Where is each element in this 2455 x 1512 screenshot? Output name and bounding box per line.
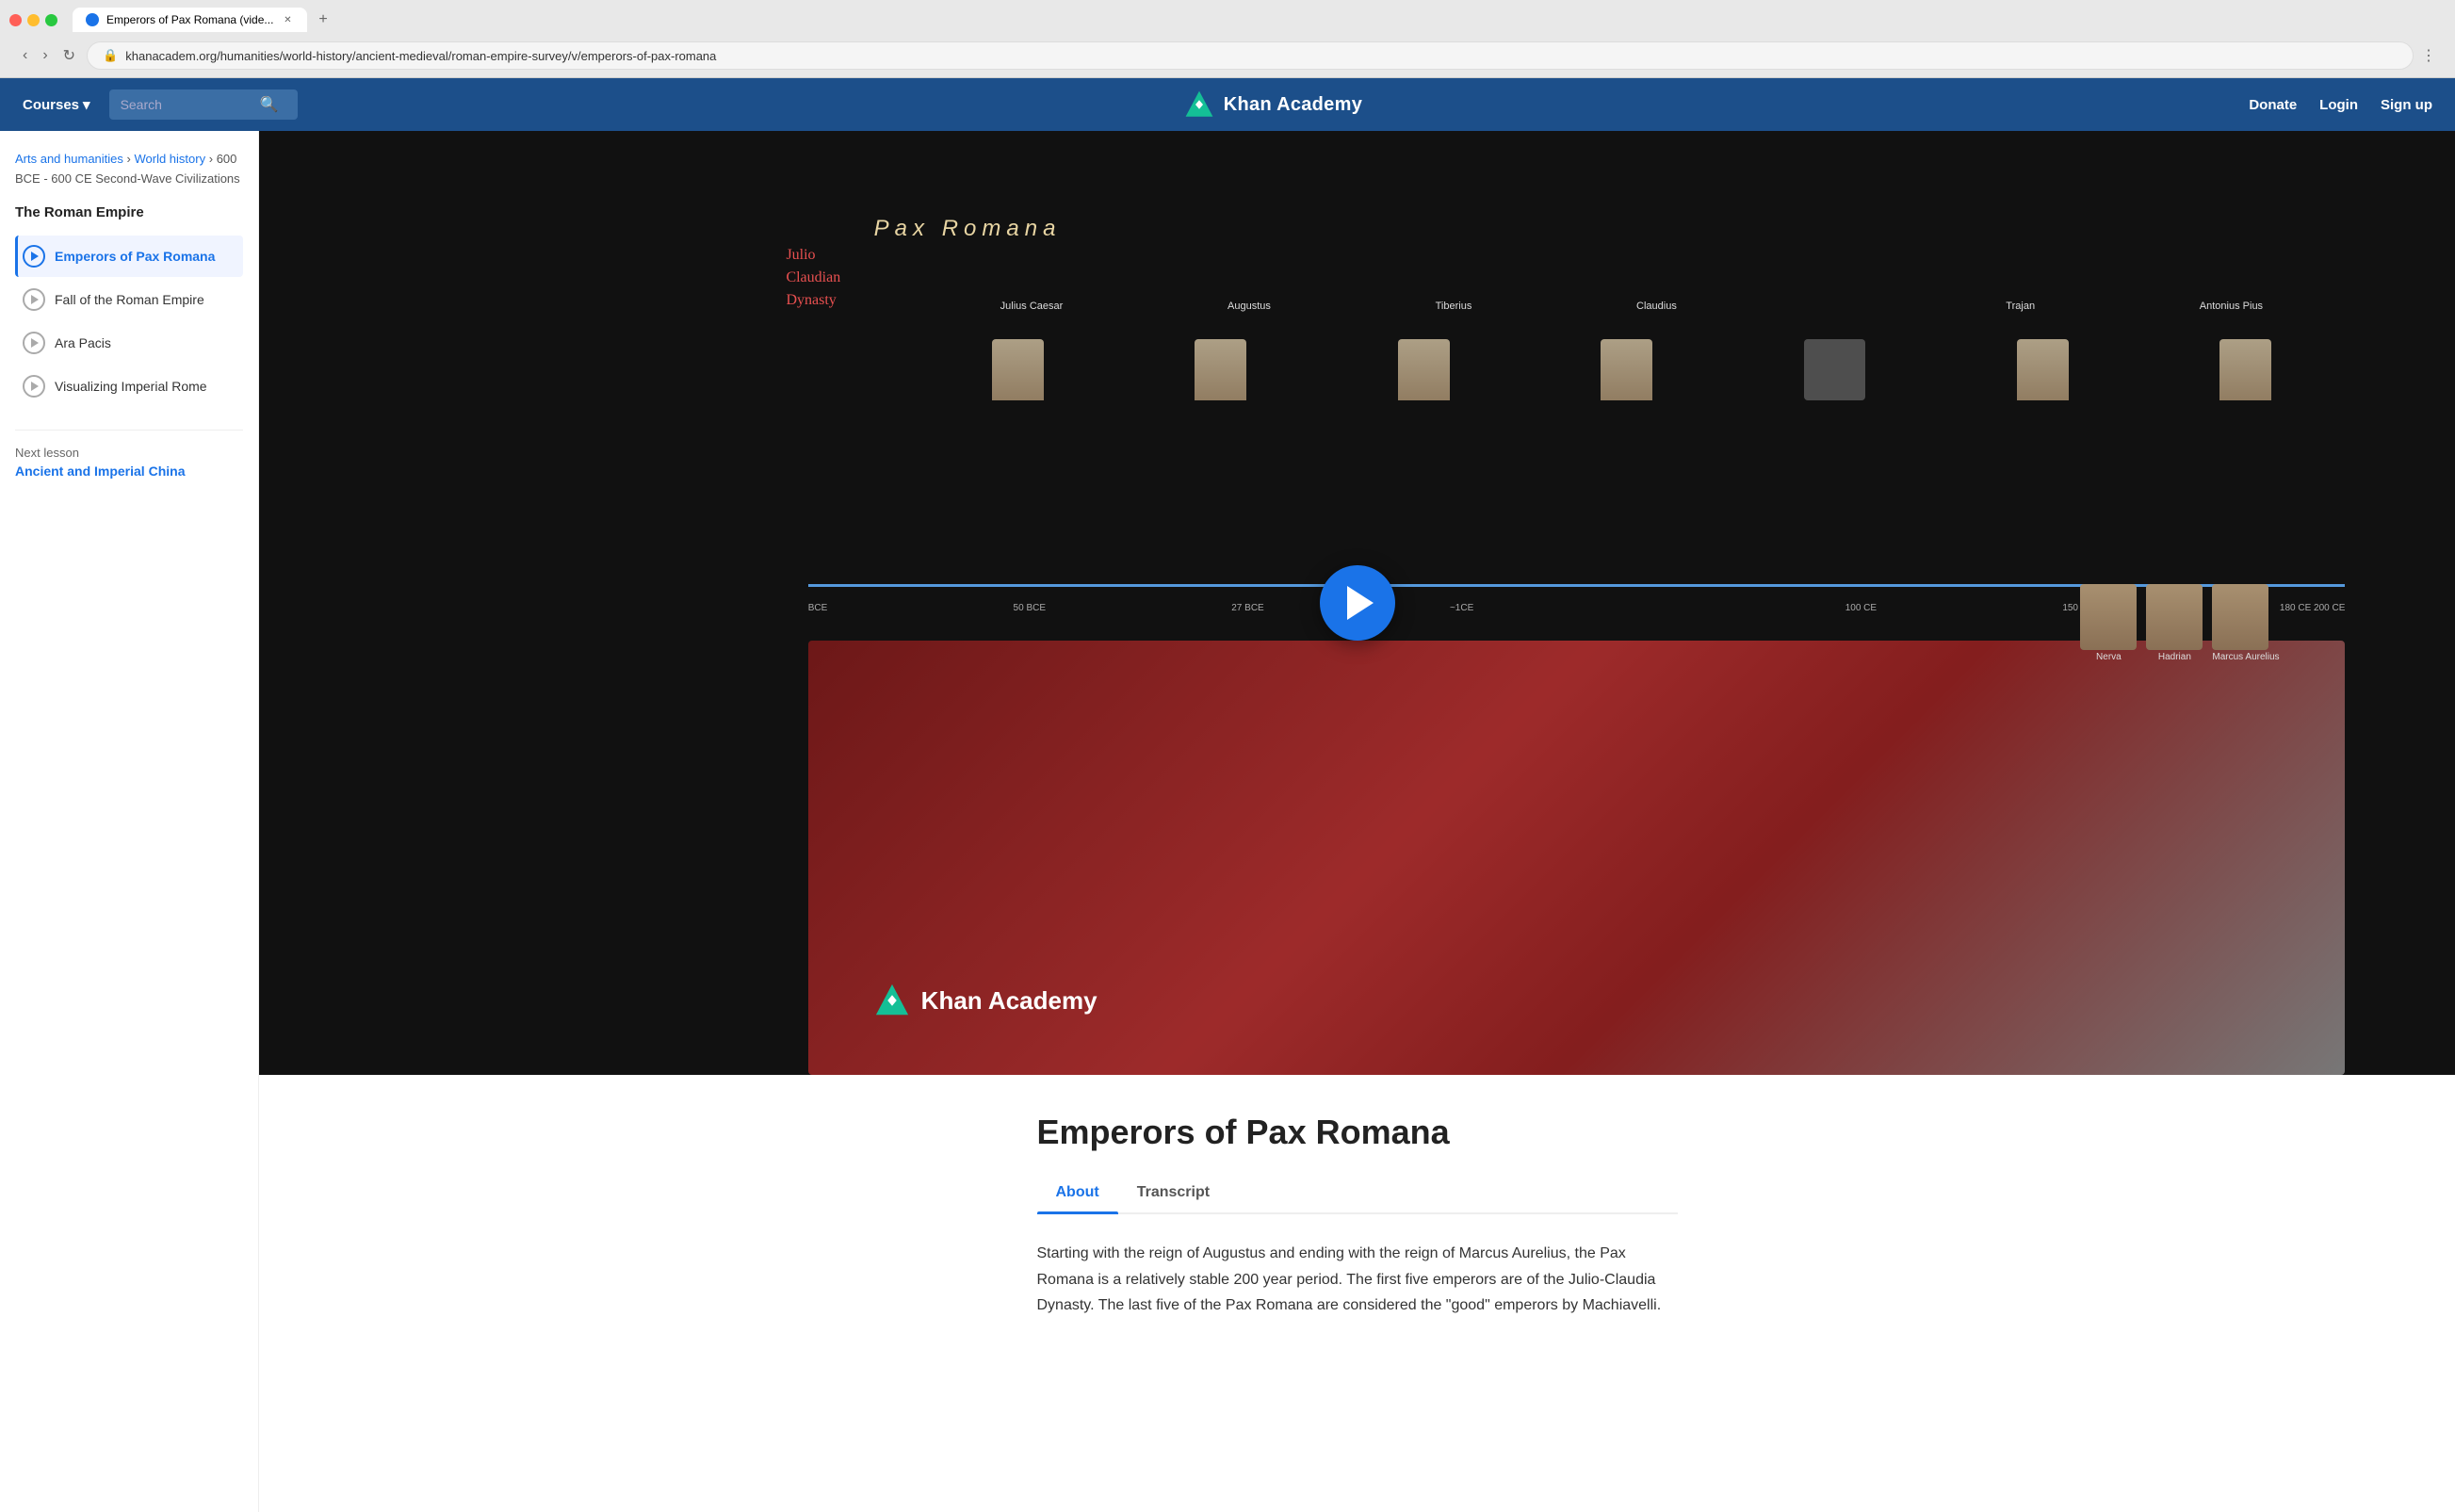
browser-chrome: Emperors of Pax Romana (vide... ✕ + ‹ › … bbox=[0, 0, 2455, 78]
article-body: Starting with the reign of Augustus and … bbox=[1037, 1241, 1678, 1318]
window-controls bbox=[9, 14, 57, 26]
new-tab-button[interactable]: + bbox=[311, 8, 334, 32]
next-lesson-section: Next lesson Ancient and Imperial China bbox=[15, 430, 243, 479]
ka-logo-text: Khan Academy bbox=[1224, 94, 1362, 116]
search-box[interactable]: 🔍 bbox=[109, 89, 298, 120]
ka-watermark-text: Khan Academy bbox=[921, 986, 1097, 1016]
main-content: Pax Romana JulioClaudianDynasty Julius C… bbox=[259, 131, 2455, 1512]
emperor-labels: Julius Caesar Augustus Tiberius Claudius… bbox=[918, 301, 2345, 312]
tab-close-btn[interactable]: ✕ bbox=[281, 13, 294, 26]
tab-favicon bbox=[86, 13, 99, 26]
lesson-title-emperors: Emperors of Pax Romana bbox=[55, 249, 215, 264]
tab-transcript[interactable]: Transcript bbox=[1118, 1175, 1228, 1212]
ka-nav-right: Donate Login Sign up bbox=[2249, 97, 2432, 113]
minimize-window-btn[interactable] bbox=[27, 14, 40, 26]
lesson-list: Emperors of Pax Romana Fall of the Roman… bbox=[15, 236, 243, 407]
lesson-item-visualizing[interactable]: Visualizing Imperial Rome bbox=[15, 366, 243, 407]
address-bar-row: ‹ › ↻ 🔒 khanacadem.org/humanities/world-… bbox=[9, 38, 2446, 77]
ka-navbar: Courses ▾ 🔍 Khan Academy Donate Login Si… bbox=[0, 78, 2455, 131]
next-lesson-title[interactable]: Ancient and Imperial China bbox=[15, 463, 243, 479]
active-tab[interactable]: Emperors of Pax Romana (vide... ✕ bbox=[73, 8, 307, 32]
lesson-title-ara: Ara Pacis bbox=[55, 335, 111, 350]
play-triangle-icon-ara bbox=[31, 338, 39, 348]
lesson-item-emperors[interactable]: Emperors of Pax Romana bbox=[15, 236, 243, 277]
browser-menu-icon[interactable]: ⋮ bbox=[2421, 46, 2436, 65]
reload-button[interactable]: ↻ bbox=[59, 42, 79, 69]
search-input[interactable] bbox=[121, 97, 252, 112]
page-layout: Arts and humanities › World history › 60… bbox=[0, 131, 2455, 1512]
play-btn-ara bbox=[23, 332, 45, 354]
next-lesson-label: Next lesson bbox=[15, 446, 243, 460]
unit-title: The Roman Empire bbox=[15, 204, 243, 220]
emperor-busts bbox=[918, 339, 2345, 400]
play-arrow-icon bbox=[1347, 586, 1374, 620]
forward-button[interactable]: › bbox=[39, 43, 51, 68]
ka-logo-icon bbox=[1184, 89, 1214, 120]
signup-button[interactable]: Sign up bbox=[2381, 97, 2432, 113]
lower-busts: Nerva Hadrian Marcus Aurelius bbox=[2080, 584, 2279, 662]
url-text: khanacadem.org/humanities/world-history/… bbox=[125, 49, 2398, 63]
breadcrumb-world-history[interactable]: World history bbox=[134, 152, 205, 166]
ka-watermark: Khan Academy bbox=[874, 983, 1097, 1018]
maximize-window-btn[interactable] bbox=[45, 14, 57, 26]
close-window-btn[interactable] bbox=[9, 14, 22, 26]
play-triangle-icon bbox=[31, 252, 39, 261]
login-button[interactable]: Login bbox=[2319, 97, 2358, 113]
tab-title: Emperors of Pax Romana (vide... bbox=[106, 13, 273, 26]
donate-button[interactable]: Donate bbox=[2249, 97, 2297, 113]
article-section: Emperors of Pax Romana About Transcript … bbox=[981, 1075, 1734, 1356]
lock-icon: 🔒 bbox=[103, 48, 118, 63]
address-bar[interactable]: 🔒 khanacadem.org/humanities/world-histor… bbox=[87, 41, 2414, 70]
tabs-row: About Transcript bbox=[1037, 1175, 1678, 1214]
lesson-item-ara[interactable]: Ara Pacis bbox=[15, 322, 243, 364]
play-btn-fall bbox=[23, 288, 45, 311]
tab-about[interactable]: About bbox=[1037, 1175, 1118, 1212]
lesson-item-fall[interactable]: Fall of the Roman Empire bbox=[15, 279, 243, 320]
dynasty-text: JulioClaudianDynasty bbox=[786, 244, 840, 312]
courses-label: Courses bbox=[23, 97, 79, 113]
courses-menu[interactable]: Courses ▾ bbox=[23, 96, 90, 113]
lesson-title-visualizing: Visualizing Imperial Rome bbox=[55, 379, 207, 394]
ka-watermark-icon bbox=[874, 983, 910, 1018]
play-btn-emperors bbox=[23, 245, 45, 268]
article-title: Emperors of Pax Romana bbox=[1037, 1113, 1678, 1152]
ka-logo[interactable]: Khan Academy bbox=[317, 89, 2231, 120]
sidebar: Arts and humanities › World history › 60… bbox=[0, 131, 259, 1512]
courses-chevron-icon: ▾ bbox=[83, 96, 90, 113]
video-placeholder: Pax Romana JulioClaudianDynasty Julius C… bbox=[259, 131, 2455, 1075]
breadcrumb: Arts and humanities › World history › 60… bbox=[15, 150, 243, 189]
breadcrumb-sep2: › bbox=[209, 152, 217, 166]
breadcrumb-arts[interactable]: Arts and humanities bbox=[15, 152, 123, 166]
play-triangle-icon-fall bbox=[31, 295, 39, 304]
play-btn-visualizing bbox=[23, 375, 45, 398]
play-overlay[interactable] bbox=[1320, 565, 1395, 641]
video-container: Pax Romana JulioClaudianDynasty Julius C… bbox=[259, 131, 2455, 1075]
back-button[interactable]: ‹ bbox=[19, 43, 31, 68]
search-icon: 🔍 bbox=[260, 95, 279, 114]
play-button[interactable] bbox=[1320, 565, 1395, 641]
tab-bar: Emperors of Pax Romana (vide... ✕ + bbox=[9, 8, 2446, 32]
lesson-title-fall: Fall of the Roman Empire bbox=[55, 292, 204, 307]
play-triangle-icon-visualizing bbox=[31, 382, 39, 391]
pax-romana-title: Pax Romana bbox=[874, 216, 1062, 242]
